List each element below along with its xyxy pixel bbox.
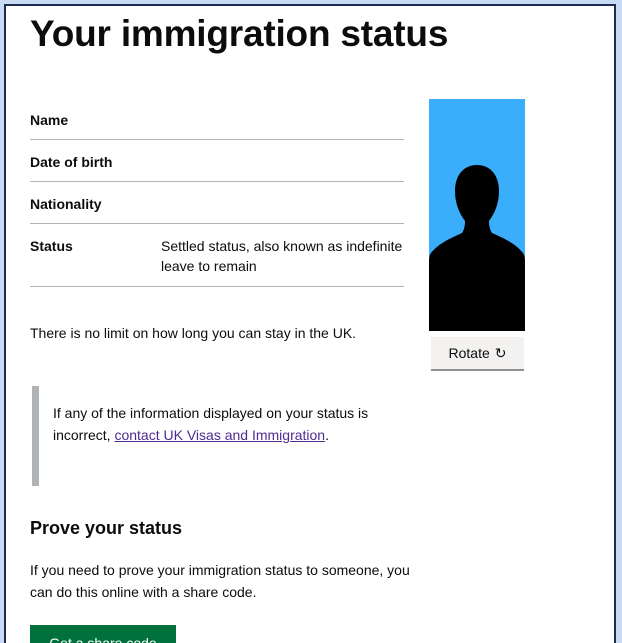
profile-photo bbox=[429, 99, 525, 331]
summary-key-name: Name bbox=[30, 112, 69, 128]
rotate-icon: ↻ bbox=[494, 344, 507, 361]
rotate-button[interactable]: Rotate ↻ bbox=[431, 337, 524, 371]
summary-row-status: Status Settled status, also known as ind… bbox=[30, 224, 404, 287]
summary-key-nationality: Nationality bbox=[30, 196, 102, 212]
summary-list: Name Date of birth Nationality Status Se… bbox=[30, 98, 404, 287]
summary-row-name: Name bbox=[30, 98, 404, 140]
stay-limit-text: There is no limit on how long you can st… bbox=[30, 325, 357, 341]
prove-status-heading: Prove your status bbox=[30, 518, 183, 538]
page-frame: Your immigration status Name Date of bir… bbox=[4, 4, 616, 643]
summary-value-name bbox=[161, 110, 404, 130]
prove-status-text: If you need to prove your immigration st… bbox=[30, 562, 410, 600]
summary-value-nationality bbox=[161, 194, 404, 214]
summary-row-date-of-birth: Date of birth bbox=[30, 140, 404, 182]
page-title: Your immigration status bbox=[30, 13, 449, 54]
contact-ukvi-link[interactable]: contact UK Visas and Immigration bbox=[114, 427, 325, 443]
get-share-code-button[interactable]: Get a share code bbox=[30, 625, 176, 643]
inset-text-after: . bbox=[325, 427, 329, 443]
person-silhouette-icon bbox=[429, 165, 525, 331]
summary-row-nationality: Nationality bbox=[30, 182, 404, 224]
summary-key-status: Status bbox=[30, 238, 73, 254]
summary-value-status: Settled status, also known as indefinite… bbox=[161, 238, 403, 274]
rotate-button-label: Rotate bbox=[448, 345, 490, 361]
inset-text: If any of the information displayed on y… bbox=[32, 386, 382, 486]
summary-value-date-of-birth bbox=[161, 152, 404, 172]
summary-key-date-of-birth: Date of birth bbox=[30, 154, 113, 170]
